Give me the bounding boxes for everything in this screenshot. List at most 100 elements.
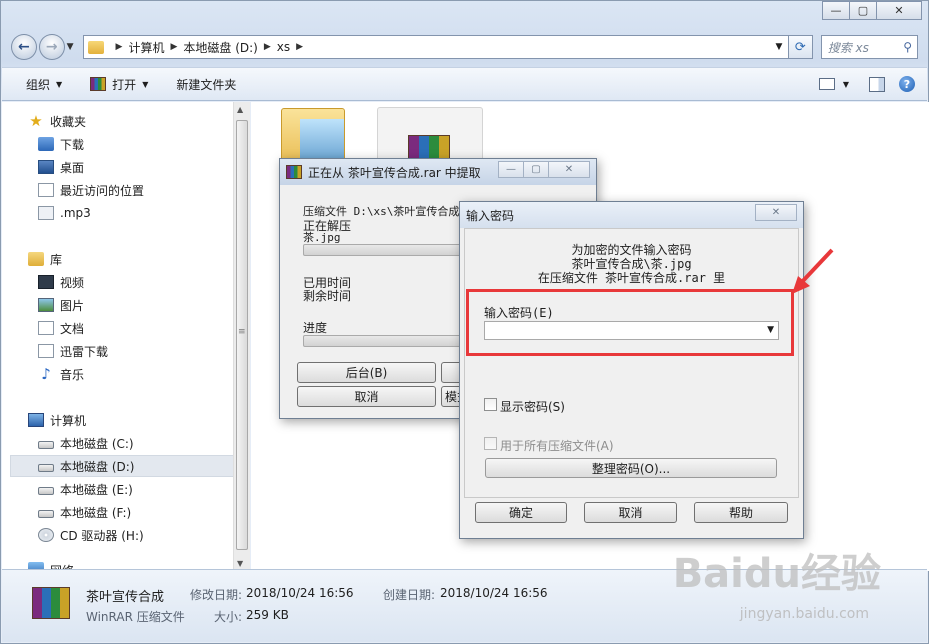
created-value: 2018/10/24 16:56 <box>440 586 548 600</box>
help-icon[interactable]: ? <box>899 76 915 92</box>
back-button[interactable]: ← <box>11 34 37 60</box>
grip-icon: ≡ <box>238 327 246 337</box>
chevron-right-icon: ▶ <box>115 42 123 52</box>
system-drive-icon <box>38 441 54 449</box>
folder-icon <box>87 40 104 54</box>
winrar-icon <box>90 77 107 91</box>
nav-computer[interactable]: 计算机 <box>28 409 86 431</box>
show-password-label[interactable]: 显示密码(S) <box>500 398 565 415</box>
download-folder-icon <box>38 137 54 151</box>
command-bar: 组织 ▼ 打开 ▼ 新建文件夹 ▼ ? <box>2 67 927 101</box>
ok-button[interactable]: 确定 <box>475 502 567 523</box>
chevron-down-icon: ▼ <box>142 79 149 89</box>
progress-label: 进度 <box>303 321 328 335</box>
preview-pane-icon[interactable] <box>869 76 885 92</box>
winrar-archive-icon <box>32 587 70 619</box>
nav-mp3[interactable]: .mp3 <box>38 202 91 224</box>
chevron-right-icon: ▶ <box>263 42 271 52</box>
nav-recent-places[interactable]: 最近访问的位置 <box>38 179 144 201</box>
maximize-button[interactable]: ▢ <box>849 1 877 20</box>
extract-window-controls: — ▢ ✕ <box>498 161 590 178</box>
chevron-right-icon: ▶ <box>296 42 304 52</box>
music-icon: ♪ <box>41 365 51 383</box>
picture-icon <box>38 298 54 312</box>
scroll-down-icon[interactable]: ▼ <box>237 559 243 568</box>
file-name: 茶叶宣传合成 <box>86 590 165 605</box>
help-button[interactable]: 帮助 <box>694 502 788 523</box>
file-progress-bar <box>303 244 473 256</box>
desktop-icon <box>38 160 54 174</box>
callout-arrow-icon <box>792 248 834 294</box>
cancel-extract-button[interactable]: 取消 <box>297 386 436 407</box>
current-file: 茶.jpg <box>303 231 341 244</box>
thunder-download-icon <box>38 344 54 358</box>
extract-dialog-title: 正在从 茶叶宣传合成.rar 中提取 <box>308 165 481 180</box>
nav-cd-drive-h[interactable]: CD 驱动器 (H:) <box>38 524 144 546</box>
nav-documents[interactable]: 文档 <box>38 317 84 339</box>
refresh-button[interactable]: ⟳ <box>788 35 813 59</box>
nav-favorites[interactable]: ★ 收藏夹 <box>28 110 86 132</box>
nav-downloads[interactable]: 下载 <box>38 133 84 155</box>
use-for-all-label[interactable]: 用于所有压缩文件(A) <box>500 437 614 454</box>
breadcrumb-computer[interactable]: 计算机 ▶ <box>128 39 183 56</box>
nav-drive-c[interactable]: 本地磁盘 (C:) <box>38 432 134 454</box>
modified-label: 修改日期: <box>190 588 243 602</box>
background-button[interactable]: 后台(B) <box>297 362 436 383</box>
nav-drive-d[interactable]: 本地磁盘 (D:) <box>10 455 234 477</box>
file-type: WinRAR 压缩文件 <box>86 610 185 624</box>
minimize-button[interactable]: — <box>498 161 524 178</box>
nav-desktop[interactable]: 桌面 <box>38 156 84 178</box>
close-button[interactable]: ✕ <box>876 1 922 20</box>
chevron-down-icon: ▼ <box>56 79 63 89</box>
nav-thunder-downloads[interactable]: 迅雷下载 <box>38 340 108 362</box>
navigation-scrollbar[interactable]: ▲ ≡ ▼ <box>233 102 250 571</box>
address-bar[interactable]: ▶ 计算机 ▶ 本地磁盘 (D:) ▶ xs ▶ ▼ <box>82 35 789 59</box>
minimize-button[interactable]: — <box>822 1 850 20</box>
organize-button[interactable]: 组织 ▼ <box>26 76 62 93</box>
cd-drive-icon <box>38 528 54 542</box>
window-controls: — ▢ ✕ <box>822 1 922 20</box>
nav-pictures[interactable]: 图片 <box>38 294 84 316</box>
view-options-icon[interactable] <box>818 78 835 90</box>
search-placeholder: 搜索 xs <box>827 40 869 55</box>
library-icon <box>28 252 44 266</box>
nav-libraries[interactable]: 库 <box>28 248 62 270</box>
password-info-line3: 在压缩文件 茶叶宣传合成.rar 里 <box>537 271 726 285</box>
nav-videos[interactable]: 视频 <box>38 271 84 293</box>
close-button[interactable]: ✕ <box>548 161 590 178</box>
cancel-button[interactable]: 取消 <box>584 502 677 523</box>
nav-music[interactable]: ♪ 音乐 <box>38 363 84 385</box>
drive-icon <box>38 464 54 472</box>
new-folder-button[interactable]: 新建文件夹 <box>176 76 236 93</box>
show-password-checkbox[interactable] <box>484 398 497 411</box>
search-input[interactable]: 搜索 xs ⚲ <box>820 35 918 59</box>
organize-passwords-button[interactable]: 整理密码(O)... <box>485 458 777 478</box>
document-icon <box>38 321 54 335</box>
address-dropdown-icon[interactable]: ▼ <box>770 42 788 52</box>
history-dropdown-icon[interactable]: ▼ <box>67 42 79 52</box>
recent-places-icon <box>38 183 54 197</box>
computer-icon <box>28 413 44 427</box>
nav-drive-e[interactable]: 本地磁盘 (E:) <box>38 478 133 500</box>
size-label: 大小: <box>214 610 243 624</box>
breadcrumb-drive-d[interactable]: 本地磁盘 (D:) ▶ <box>183 39 276 56</box>
forward-button[interactable]: → <box>38 34 65 60</box>
shortcut-icon <box>38 206 54 220</box>
breadcrumb-xs[interactable]: xs ▶ <box>277 40 309 54</box>
highlight-callout-box <box>466 289 794 356</box>
nav-drive-f[interactable]: 本地磁盘 (F:) <box>38 501 131 523</box>
address-row: ← → ▼ ▶ 计算机 ▶ 本地磁盘 (D:) ▶ xs ▶ ▼ ⟳ 搜索 xs ⚲ <box>11 34 918 60</box>
total-progress-bar <box>303 335 473 347</box>
password-dialog: 输入密码 ✕ 为加密的文件输入密码 茶叶宣传合成\茶.jpg 在压缩文件 茶叶宣… <box>459 201 804 539</box>
maximize-button[interactable]: ▢ <box>523 161 549 178</box>
use-for-all-checkbox[interactable] <box>484 437 497 450</box>
close-button[interactable]: ✕ <box>755 204 797 221</box>
search-icon[interactable]: ⚲ <box>903 40 912 54</box>
modified-value: 2018/10/24 16:56 <box>246 586 354 600</box>
scroll-up-icon[interactable]: ▲ <box>237 105 243 114</box>
password-dialog-title: 输入密码 <box>466 208 515 223</box>
chevron-down-icon[interactable]: ▼ <box>843 80 849 89</box>
open-button[interactable]: 打开 ▼ <box>90 76 148 93</box>
remaining-label: 剩余时间 <box>303 289 352 303</box>
password-window-controls: ✕ <box>755 204 797 221</box>
